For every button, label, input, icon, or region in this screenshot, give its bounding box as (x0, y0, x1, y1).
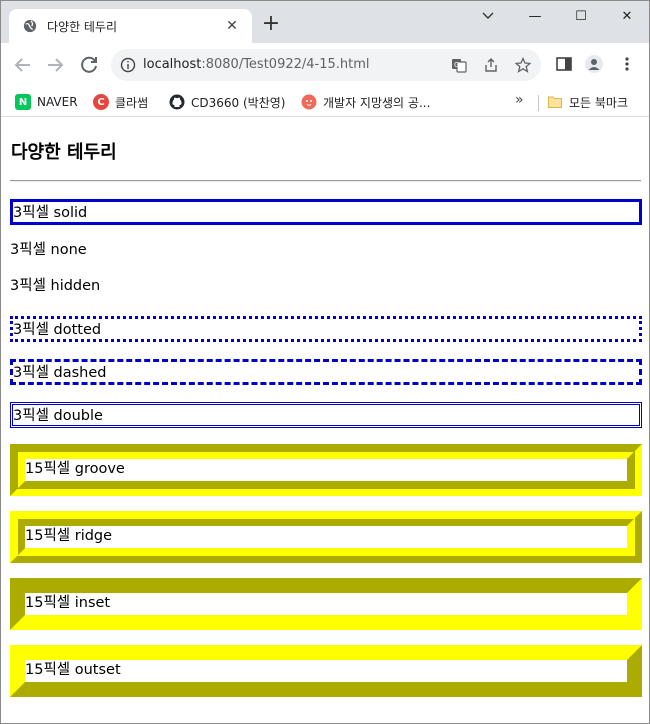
border-ridge-label: 15픽셀 ridge (25, 528, 113, 544)
page-content: 다양한 테두리 3픽셀 solid 3픽셀 none 3픽셀 hidden 3픽… (1, 118, 649, 723)
naver-icon: N (15, 94, 31, 110)
side-panel-icon[interactable] (555, 55, 573, 73)
tab-search-icon[interactable] (477, 8, 499, 24)
border-dashed-box: 3픽셀 dashed (10, 359, 642, 385)
bookmark-classum[interactable]: C 클라썸 (93, 92, 148, 112)
border-inset-box: 15픽셀 inset (10, 578, 642, 630)
border-outset-box: 15픽셀 outset (10, 645, 642, 697)
border-solid-label: 3픽셀 solid (13, 205, 88, 221)
border-none-box: 3픽셀 none (10, 242, 642, 264)
tab-title: 다양한 테두리 (47, 20, 118, 34)
bookmark-label: NAVER (37, 95, 78, 109)
menu-kebab-icon[interactable] (618, 55, 636, 73)
border-none-label: 3픽셀 none (10, 242, 87, 258)
bookmark-naver[interactable]: N NAVER (15, 92, 78, 112)
border-groove-label: 15픽셀 groove (25, 461, 125, 477)
reload-icon[interactable] (77, 53, 101, 77)
border-dotted-label: 3픽셀 dotted (13, 322, 102, 338)
border-dashed-label: 3픽셀 dashed (13, 365, 107, 381)
bookmark-label: CD3660 (박찬영) (191, 95, 286, 110)
url-text[interactable]: localhost:8080/Test0922/4-15.html (143, 57, 370, 72)
svg-text:G: G (454, 61, 459, 69)
bookmark-star-icon[interactable] (515, 57, 531, 73)
border-outset-label: 15픽셀 outset (25, 662, 121, 678)
tab-active[interactable]: 다양한 테두리 ✕ (9, 9, 252, 43)
new-tab-button[interactable]: + (261, 13, 281, 35)
blog-icon (301, 94, 317, 110)
site-info-icon[interactable] (120, 57, 136, 73)
url-host: localhost (143, 57, 202, 72)
horizontal-rule (10, 180, 641, 182)
share-icon[interactable] (483, 57, 499, 73)
bookmark-github[interactable]: CD3660 (박찬영) (169, 92, 285, 112)
border-dotted-box: 3픽셀 dotted (10, 316, 642, 342)
folder-icon (548, 96, 562, 108)
address-bar[interactable]: localhost:8080/Test0922/4-15.html G (111, 49, 541, 81)
border-double-label: 3픽셀 double (13, 408, 103, 424)
tab-strip: 다양한 테두리 ✕ + — ☐ ✕ (1, 1, 649, 43)
github-icon (169, 94, 185, 110)
maximize-button[interactable]: ☐ (569, 9, 593, 25)
bookmark-blog[interactable]: 개발자 지망생의 공... (301, 92, 430, 112)
back-icon[interactable] (11, 53, 35, 77)
browser-window: 다양한 테두리 ✕ + — ☐ ✕ localhost:8080/Test092… (0, 0, 650, 724)
classum-icon: C (93, 94, 109, 110)
border-groove-box: 15픽셀 groove (10, 444, 642, 496)
profile-avatar-icon[interactable] (585, 55, 603, 73)
border-solid-box: 3픽셀 solid (10, 199, 642, 225)
close-window-button[interactable]: ✕ (615, 9, 639, 25)
bookmarks-bar: N NAVER C 클라썸 CD3660 (박찬영) 개발자 지망생의 공...… (1, 87, 649, 117)
bookmark-label: 클라썸 (115, 95, 149, 110)
border-hidden-box: 3픽셀 hidden (10, 278, 642, 300)
translate-icon[interactable]: G (451, 57, 467, 73)
border-hidden-label: 3픽셀 hidden (10, 278, 101, 294)
url-path: :8080/Test0922/4-15.html (201, 57, 370, 72)
bookmark-folder-all[interactable]: 모든 북마크 (547, 92, 628, 112)
border-ridge-box: 15픽셀 ridge (10, 511, 642, 563)
page-heading: 다양한 테두리 (11, 142, 117, 163)
globe-icon (23, 19, 37, 33)
minimize-button[interactable]: — (523, 9, 547, 25)
bookmark-separator (538, 95, 539, 111)
border-double-box: 3픽셀 double (10, 402, 642, 428)
tab-close-icon[interactable]: ✕ (223, 17, 241, 35)
bookmark-folder-label: 모든 북마크 (569, 95, 629, 110)
border-inset-label: 15픽셀 inset (25, 595, 111, 611)
bookmark-label: 개발자 지망생의 공... (323, 95, 431, 110)
more-bookmarks-icon[interactable]: » (515, 92, 524, 108)
forward-icon[interactable] (43, 53, 67, 77)
toolbar: localhost:8080/Test0922/4-15.html G (1, 43, 649, 87)
